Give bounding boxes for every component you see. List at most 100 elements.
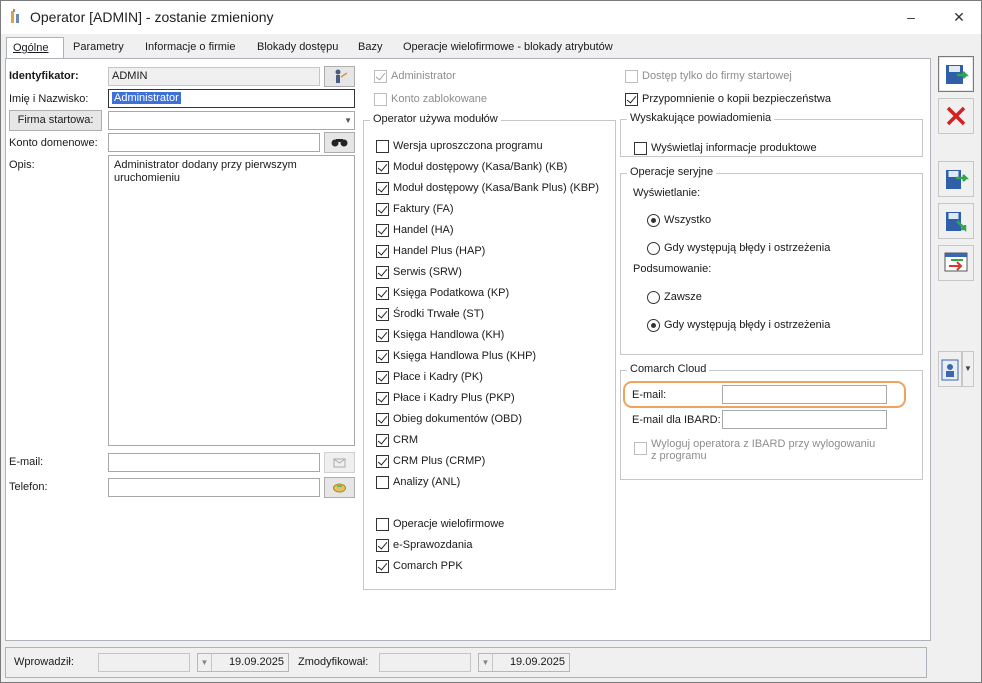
przypomnienie-check [625,93,638,106]
operacje-seryjne-group: Operacje seryjne Wyświetlanie: Wszystko … [620,166,923,355]
konto-domenowe-search-button[interactable] [324,132,355,153]
konto-domenowe-input[interactable] [108,133,320,152]
radio-bledy-wyswietlanie-text: Gdy występują błędy i ostrzeżenia [664,242,831,254]
telefon-label: Telefon: [9,481,48,493]
imie-nazwisko-input[interactable]: Administrator [108,89,355,108]
module-check [376,140,389,153]
zmodyfikowal-date[interactable]: ▼ 19.09.2025 [478,653,570,672]
module-check [376,287,389,300]
konto-zablokowane-check [374,93,387,106]
module-check [376,245,389,258]
envelope-icon [333,458,346,468]
minimize-button[interactable]: – [898,7,924,27]
modules-group: Operator używa modułów Wersja uproszczon… [363,113,616,590]
telefon-input[interactable] [108,478,320,497]
tab-blokady-label: Blokady dostępu [257,41,339,53]
window-switch-icon [944,252,968,272]
module-check [376,392,389,405]
module-label: Płace i Kadry Plus (PKP) [393,392,515,404]
module-label: Operacje wielofirmowe [393,518,505,530]
tab-ogolne[interactable]: Ogólne [6,37,64,60]
firma-startowa-select[interactable]: ▼ [108,111,355,130]
identyfikator-label: Identyfikator: [9,70,79,82]
chevron-down-icon: ▼ [198,654,212,671]
radio-bledy-podsumowanie-dot [647,319,660,332]
administrator-text: Administrator [391,70,456,82]
person-key-icon [335,69,348,83]
administrator-check [374,70,387,83]
switch-screen-button[interactable] [938,245,974,281]
save-button[interactable] [938,56,974,92]
module-label: Księga Handlowa (KH) [393,329,505,341]
save-and-next-button[interactable] [938,161,974,197]
zmodyfikowal-date-value: 19.09.2025 [509,656,565,668]
wprowadzil-date[interactable]: ▼ 19.09.2025 [197,653,289,672]
module-label: e-Sprawozdania [393,539,473,551]
cloud-email-input[interactable] [722,385,887,404]
user-card-icon [941,359,959,381]
save-down-arrow-icon [946,212,967,233]
radio-wszystko-dot [647,214,660,227]
comarch-cloud-title: Comarch Cloud [627,363,710,375]
ibard-email-input[interactable] [722,410,887,429]
powiadomienia-group: Wyskakujące powiadomienia Wyświetlaj inf… [620,112,923,157]
general-panel: Identyfikator: ADMIN Imię i Nazwisko: Ad… [5,58,931,641]
radio-zawsze-dot [647,291,660,304]
wyswietlaj-check [634,142,647,155]
wyloguj-ibard-checkbox[interactable]: Wyloguj operatora z IBARD przy wylogowan… [634,437,884,465]
module-label: CRM [393,434,419,446]
module-check [376,350,389,363]
tab-parametry[interactable]: Parametry [67,37,130,58]
module-label: Księga Podatkowa (KP) [393,287,510,299]
przypomnienie-text: Przypomnienie o kopii bezpieczeństwa [642,93,831,105]
wyloguj-ibard-text: Wyloguj operatora z IBARD przy wylogowan… [651,438,876,462]
module-label: Księga Handlowa Plus (KHP) [393,350,537,362]
module-label: Wersja uproszczona programu [393,140,543,152]
identyfikator-field[interactable]: ADMIN [108,67,320,86]
email-input[interactable] [108,453,320,472]
email-send-button[interactable] [324,452,355,473]
wprowadzil-label: Wprowadził: [14,656,74,668]
module-label: Środki Trwałe (ST) [393,308,485,320]
module-label: Handel Plus (HAP) [393,245,486,257]
opis-textarea[interactable]: Administrator dodany przy pierwszym uruc… [108,155,355,446]
tab-operacje-wielofirmowe[interactable]: Operacje wielofirmowe - blokady atrybutó… [397,37,619,58]
save-and-new-button[interactable] [938,203,974,239]
module-label: Moduł dostępowy (Kasa/Bank) (KB) [393,161,568,173]
wprowadzil-date-value: 19.09.2025 [228,656,284,668]
radio-zawsze-text: Zawsze [664,291,702,303]
tab-operacje-label: Operacje wielofirmowe - blokady atrybutó… [403,41,613,53]
module-label: Comarch PPK [393,560,463,572]
tab-ogolne-label: Ogólne [13,42,49,54]
firma-startowa-button[interactable]: Firma startowa: [9,110,102,131]
operator-card-dropdown[interactable]: ▼ [962,351,974,387]
cancel-button[interactable] [938,98,974,134]
module-label: Obieg dokumentów (OBD) [393,413,522,425]
save-arrow-icon [946,170,970,189]
module-check [376,518,389,531]
module-check [376,161,389,174]
module-check [376,455,389,468]
dostep-tylko-text: Dostęp tylko do firmy startowej [642,70,792,82]
close-window-button[interactable]: ✕ [946,7,972,27]
podsumowanie-label: Podsumowanie: [633,263,712,275]
module-check [376,371,389,384]
tab-informacje-o-firmie[interactable]: Informacje o firmie [139,37,241,58]
konto-zablokowane-text: Konto zablokowane [391,93,488,105]
opis-label: Opis: [9,159,35,171]
radio-bledy-wyswietlanie-dot [647,242,660,255]
modules-group-title: Operator używa modułów [370,113,501,125]
operator-card-button[interactable] [938,351,962,387]
module-label: Moduł dostępowy (Kasa/Bank Plus) (KBP) [393,182,600,194]
tab-bazy[interactable]: Bazy [352,37,388,58]
wyloguj-ibard-check [634,442,647,455]
identyfikator-picker-button[interactable] [324,66,355,87]
telefon-call-button[interactable] [324,477,355,498]
module-check [376,539,389,552]
title-bar: Operator [ADMIN] - zostanie zmieniony – … [1,1,981,34]
tab-blokady-dostepu[interactable]: Blokady dostępu [251,37,344,58]
module-check [376,413,389,426]
operator-window: Operator [ADMIN] - zostanie zmieniony – … [0,0,982,683]
cloud-email-label: E-mail: [632,389,667,401]
imie-nazwisko-value: Administrator [112,92,181,104]
